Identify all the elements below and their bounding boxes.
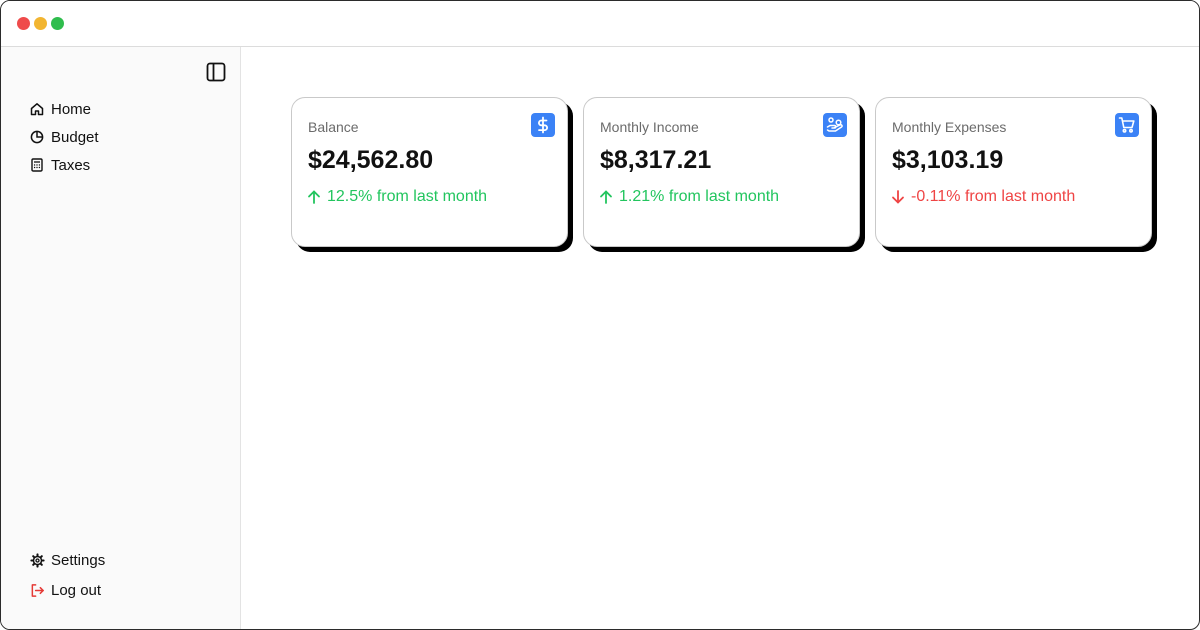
gear-icon: [29, 552, 45, 568]
home-icon: [29, 101, 45, 117]
close-window-button[interactable]: [17, 17, 30, 30]
card-value: $8,317.21: [600, 146, 712, 174]
sidebar-toggle-icon: [206, 62, 226, 82]
sidebar-item-settings[interactable]: Settings: [29, 545, 105, 575]
card-change-text: 1.21% from last month: [619, 188, 780, 205]
card-label: Monthly Income: [600, 119, 699, 135]
card-value: $3,103.19: [892, 146, 1004, 174]
minimize-window-button[interactable]: [34, 17, 47, 30]
arrow-up-icon: [598, 189, 614, 205]
sidebar-item-label: Taxes: [51, 156, 91, 174]
sidebar-item-label: Home: [51, 100, 92, 118]
app-window: Home Budget Taxes Settings Log out Balan…: [0, 0, 1200, 630]
sidebar-item-label: Log out: [51, 581, 102, 599]
cart-icon: [1115, 113, 1139, 137]
sidebar-bottom-nav: Settings Log out: [29, 545, 105, 605]
dollar-icon: [531, 113, 555, 137]
sidebar-item-taxes[interactable]: Taxes: [29, 151, 99, 179]
calculator-icon: [29, 157, 45, 173]
sidebar-item-logout[interactable]: Log out: [29, 575, 105, 605]
arrow-up-icon: [306, 189, 322, 205]
sidebar-nav: Home Budget Taxes: [29, 95, 99, 179]
main-content: Balance $24,562.80 12.5% from last month…: [241, 47, 1199, 629]
sidebar: Home Budget Taxes Settings Log out: [1, 47, 241, 629]
card-value: $24,562.80: [308, 146, 434, 174]
sidebar-item-home[interactable]: Home: [29, 95, 99, 123]
balance-card: Balance $24,562.80 12.5% from last month: [291, 97, 568, 247]
card-label: Balance: [308, 119, 359, 135]
sidebar-toggle-button[interactable]: [205, 61, 227, 83]
hand-coins-icon: [823, 113, 847, 137]
monthly-income-card: Monthly Income $8,317.21 1.21% from last…: [583, 97, 860, 247]
monthly-expenses-card: Monthly Expenses $3,103.19 -0.11% from l…: [875, 97, 1152, 247]
logout-icon: [29, 582, 45, 598]
title-bar: [1, 1, 1199, 47]
card-label: Monthly Expenses: [892, 119, 1007, 135]
card-change-text: -0.11% from last month: [911, 188, 1076, 205]
card-change-text: 12.5% from last month: [327, 188, 488, 205]
arrow-down-icon: [890, 189, 906, 205]
sidebar-item-label: Settings: [51, 551, 106, 569]
card-change: 1.21% from last month: [598, 188, 779, 206]
card-change: -0.11% from last month: [890, 188, 1075, 206]
sidebar-item-label: Budget: [51, 128, 99, 146]
pie-chart-icon: [29, 129, 45, 145]
maximize-window-button[interactable]: [51, 17, 64, 30]
card-change: 12.5% from last month: [306, 188, 487, 206]
sidebar-item-budget[interactable]: Budget: [29, 123, 99, 151]
